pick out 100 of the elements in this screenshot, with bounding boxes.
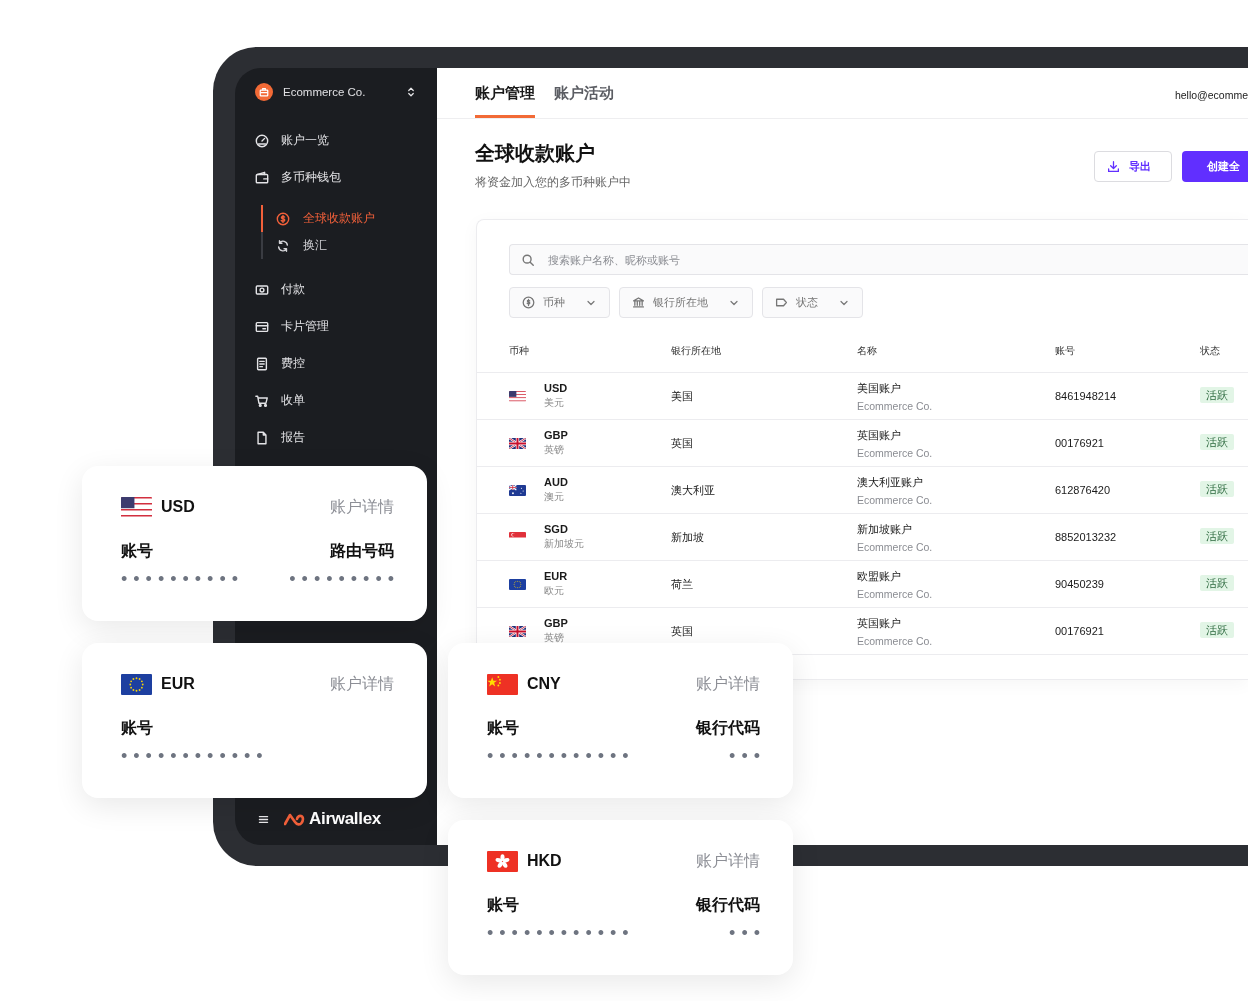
account-name: 美国账户: [857, 380, 902, 396]
table-row[interactable]: GBP 英镑 英国 英国账户 Ecommerce Co. 00176921 活跃: [477, 420, 1248, 467]
receipt-icon: [255, 356, 269, 371]
table-row[interactable]: AUD 澳元 澳大利亚 澳大利亚账户 Ecommerce Co. 612876420 活跃: [477, 467, 1248, 514]
sidebar-item[interactable]: 卡片管理: [255, 308, 329, 345]
table-row[interactable]: EUR 欧元 荷兰 欧盟账户 Ecommerce Co. 90450239 活跃: [477, 561, 1248, 608]
flag-icon: [509, 625, 526, 637]
field-label: 账号: [121, 541, 154, 561]
account-number: 612876420: [1055, 484, 1111, 496]
account-number: 00176921: [1055, 625, 1104, 637]
currency-name: 英镑: [544, 443, 565, 457]
table-row[interactable]: SGD 新加坡元 新加坡 新加坡账户 Ecommerce Co. 8852013232 活跃: [477, 514, 1248, 561]
currency-code: HKD: [527, 852, 562, 870]
table-cell: 英国: [671, 624, 693, 637]
sidebar-subitem[interactable]: 换汇: [276, 232, 327, 259]
masked-value: ••••••••••••: [487, 924, 635, 942]
page-title: 全球收款账户: [475, 141, 596, 166]
brand-name: Airwallex: [309, 809, 381, 829]
column-header: 币种: [509, 344, 530, 358]
account-name: 欧盟账户: [857, 568, 902, 584]
currency-name: 澳元: [544, 490, 565, 504]
sidebar-item[interactable]: 费控: [255, 345, 305, 382]
company-name: Ecommerce Co.: [857, 399, 934, 412]
currency-code: EUR: [161, 675, 195, 693]
table-cell: 新加坡: [671, 530, 704, 543]
company-name: Ecommerce Co.: [857, 446, 934, 459]
masked-value: •••: [728, 747, 766, 765]
flag-icon: [509, 390, 526, 402]
company-name: Ecommerce Co.: [857, 634, 934, 647]
masked-value: ••••••••••••: [121, 747, 269, 765]
status-badge: 活跃: [1200, 387, 1234, 403]
sidebar-item[interactable]: 账户一览: [255, 122, 329, 159]
filter-dropdown[interactable]: 币种: [509, 287, 610, 318]
currency-code: GBP: [544, 429, 569, 441]
currency-code: CNY: [527, 675, 561, 693]
flag-icon: [487, 850, 518, 872]
field-label: 银行代码: [696, 718, 760, 738]
create-button[interactable]: 创建全: [1182, 151, 1248, 182]
table-row[interactable]: USD 美元 美国 美国账户 Ecommerce Co. 8461948214 活跃: [477, 373, 1248, 420]
card-icon: [255, 319, 269, 334]
status-badge: 活跃: [1200, 481, 1234, 497]
table-cell: 澳大利亚: [671, 483, 715, 496]
user-email[interactable]: hello@ecomme: [1174, 88, 1248, 101]
flag-icon: [509, 437, 526, 449]
masked-value: ••••••••••: [121, 570, 245, 588]
masked-value: ••••••••••••: [487, 747, 635, 765]
page-subtitle: 将资金加入您的多币种账户中: [475, 175, 631, 190]
status-badge: 活跃: [1200, 575, 1234, 591]
table-cell: 荷兰: [671, 577, 693, 590]
sidebar-item[interactable]: 多币种钱包: [255, 159, 341, 196]
currency-code: USD: [544, 382, 569, 394]
sidebar-item[interactable]: 付款: [255, 271, 305, 308]
column-header: 状态: [1200, 344, 1221, 358]
company-name: Ecommerce Co.: [857, 493, 934, 506]
tab[interactable]: 账户活动: [554, 84, 614, 118]
field-label: 账号: [487, 718, 520, 738]
company-logo-icon: [255, 83, 273, 101]
status-badge: 活跃: [1200, 528, 1234, 544]
account-name: 新加坡账户: [857, 521, 913, 537]
currency-code: EUR: [544, 570, 569, 582]
account-number: 00176921: [1055, 437, 1104, 449]
currency-name: 新加坡元: [544, 537, 585, 551]
document-icon: [255, 430, 269, 445]
gauge-icon: [255, 133, 269, 148]
account-name: 英国账户: [857, 615, 902, 631]
field-label: 账号: [487, 895, 520, 915]
field-label: 账号: [121, 718, 154, 738]
cart-icon: [255, 393, 269, 408]
account-number: 8852013232: [1055, 531, 1117, 543]
flag-icon: [509, 578, 526, 590]
filter-dropdown[interactable]: 银行所在地: [619, 287, 753, 318]
exchange-icon: [276, 238, 290, 253]
flag-icon: [509, 484, 526, 496]
export-button[interactable]: 导出: [1094, 151, 1172, 182]
company-name: Ecommerce Co.: [857, 587, 934, 600]
currency-name: 英镑: [544, 631, 565, 645]
status-badge: 活跃: [1200, 434, 1234, 450]
filter-dropdown[interactable]: 状态: [762, 287, 863, 318]
company-name[interactable]: Ecommerce Co.: [283, 86, 405, 98]
flag-icon: [121, 673, 152, 695]
account-name: 澳大利亚账户: [857, 474, 924, 490]
sidebar-item[interactable]: 报告: [255, 419, 305, 456]
search-icon: [521, 253, 535, 267]
dollar-icon: [276, 211, 290, 226]
tag-icon: [775, 296, 788, 309]
banknote-icon: [255, 282, 269, 297]
table-cell: 美国: [671, 389, 693, 402]
tab[interactable]: 账户管理: [475, 84, 535, 118]
currency-name: 欧元: [544, 584, 565, 598]
search-field[interactable]: 搜索账户名称、昵称或账号: [509, 244, 1248, 275]
currency-code: GBP: [544, 617, 569, 629]
column-header: 名称: [857, 344, 878, 358]
company-name: Ecommerce Co.: [857, 540, 934, 553]
flag-icon: [121, 496, 152, 518]
download-icon: [1107, 160, 1120, 173]
currency-code: AUD: [544, 476, 569, 488]
sidebar-item[interactable]: 收单: [255, 382, 305, 419]
column-header: 银行所在地: [671, 344, 722, 358]
masked-value: •••: [728, 924, 766, 942]
status-badge: 活跃: [1200, 622, 1234, 638]
